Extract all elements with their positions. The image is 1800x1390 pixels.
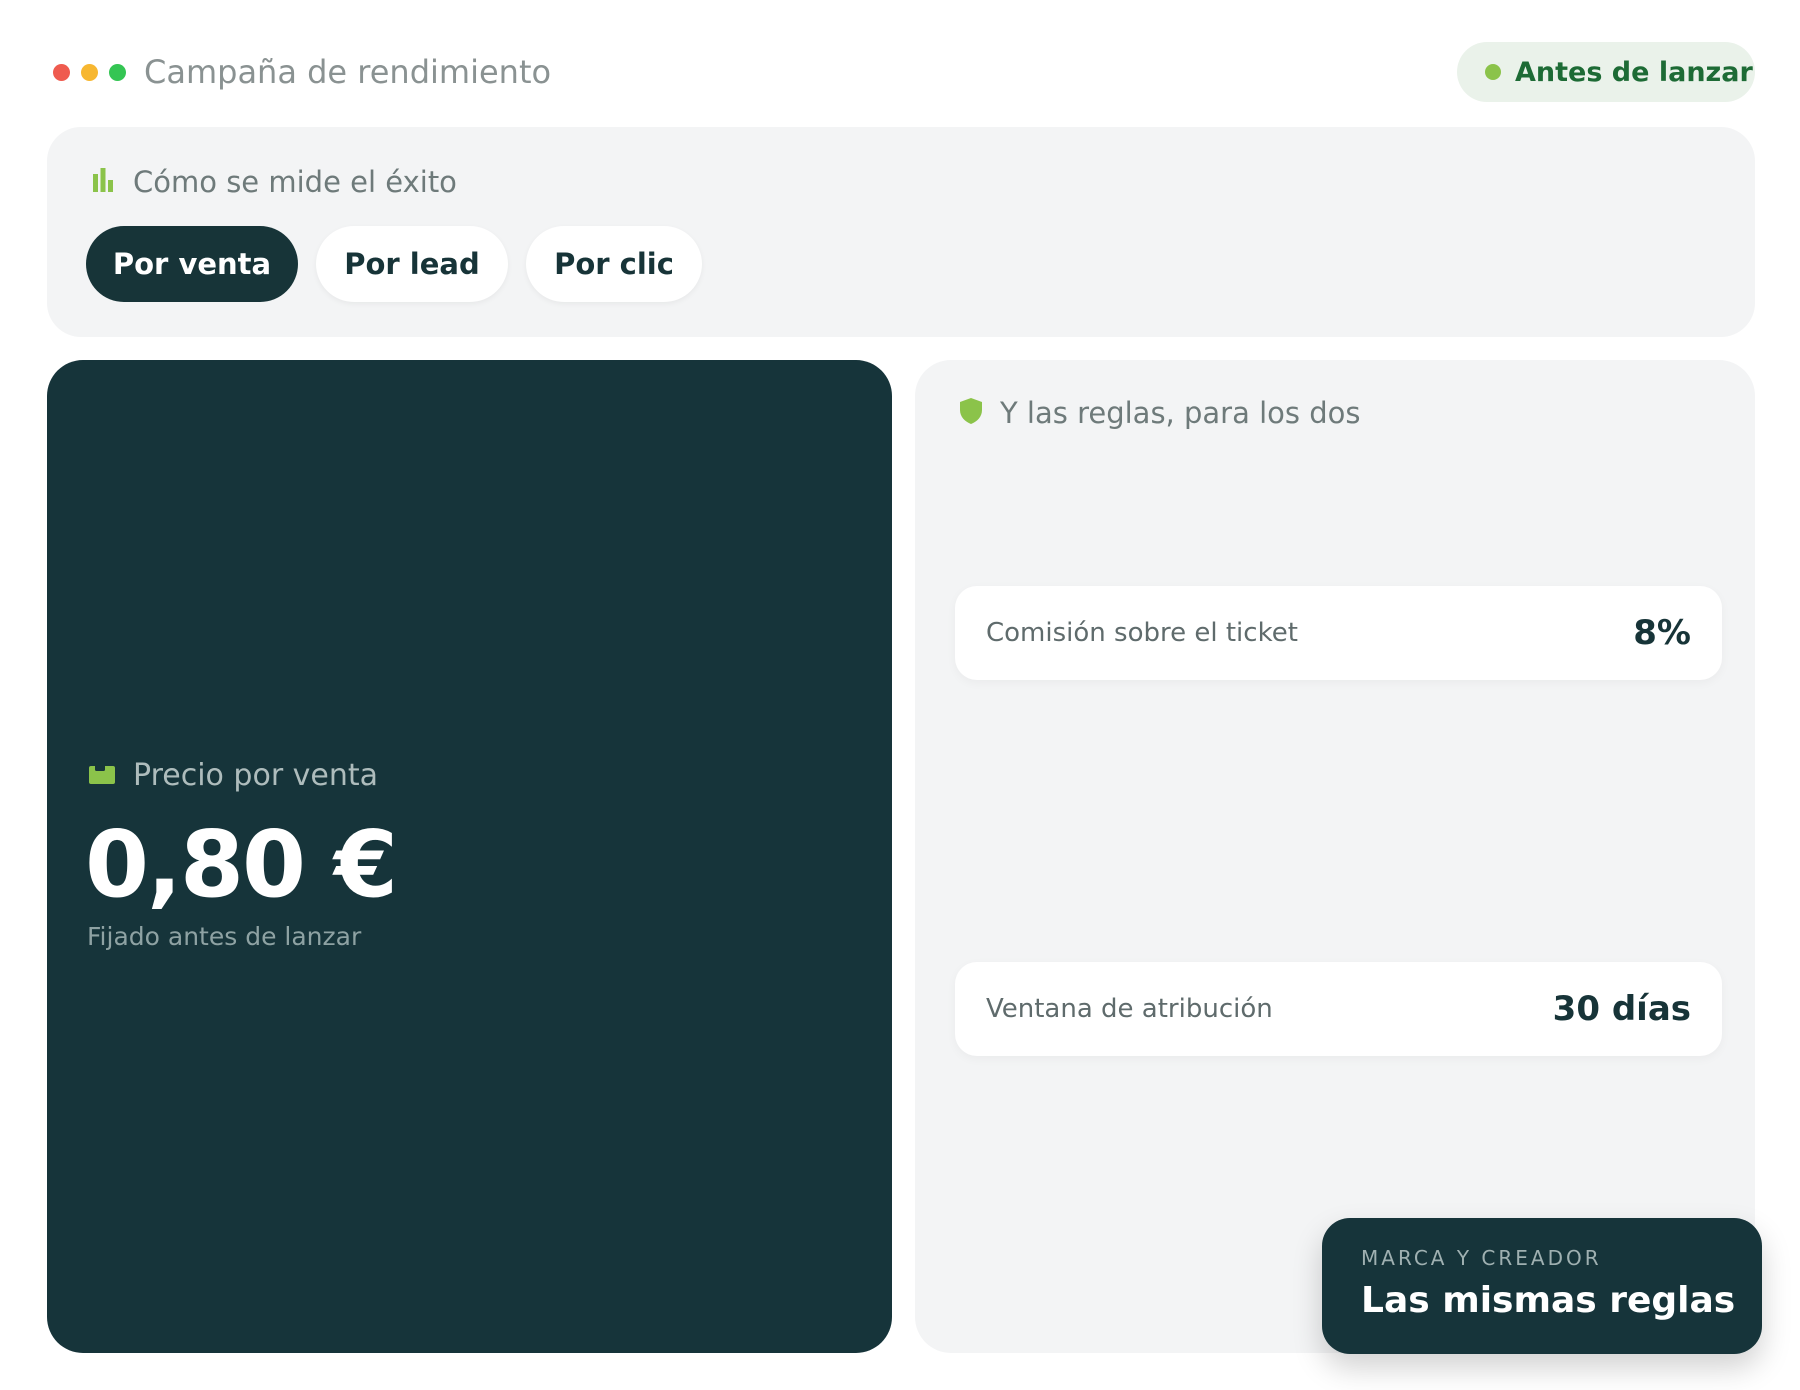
price-label: Precio por venta [133,758,379,793]
price-card: Precio por venta 0,80 € Fijado antes de … [47,360,892,1353]
bar-chart-icon [91,168,115,196]
metric-section: Cómo se mide el éxito Por venta Por lead… [47,127,1755,337]
metric-section-header: Cómo se mide el éxito [91,165,457,199]
window-controls [53,64,126,81]
same-rules-badge: MARCA Y CREADOR Las mismas reglas [1322,1218,1762,1354]
status-badge: Antes de lanzar [1457,42,1755,102]
status-dot-icon [1485,64,1501,80]
rule-row-commission: Comisión sobre el ticket 8% [955,586,1722,680]
rules-header: Y las reglas, para los dos [960,396,1360,430]
zoom-window-dot[interactable] [109,64,126,81]
badge-headline: Las mismas reglas [1361,1280,1736,1321]
price-note: Fijado antes de lanzar [87,922,362,951]
tab-por-venta[interactable]: Por venta [86,226,298,302]
rule-label: Comisión sobre el ticket [986,618,1298,648]
minimize-window-dot[interactable] [81,64,98,81]
price-header: Precio por venta [89,758,378,793]
rule-value: 30 días [1552,989,1691,1029]
metric-section-title: Cómo se mide el éxito [133,165,457,199]
rules-card: Y las reglas, para los dos Comisión sobr… [915,360,1755,1353]
banknote-icon [89,763,115,788]
close-window-dot[interactable] [53,64,70,81]
page-title: Campaña de rendimiento [144,53,552,91]
rules-title: Y las reglas, para los dos [1000,396,1361,430]
status-label: Antes de lanzar [1515,56,1753,88]
rule-label: Ventana de atribución [986,994,1273,1024]
shield-icon [960,398,982,428]
rule-row-attribution: Ventana de atribución 30 días [955,962,1722,1056]
tab-por-clic[interactable]: Por clic [526,226,702,302]
rule-value: 8% [1633,613,1691,653]
price-value: 0,80 € [85,811,398,918]
badge-eyebrow: MARCA Y CREADOR [1361,1246,1602,1270]
metric-tabs: Por venta Por lead Por clic [86,226,702,302]
tab-por-lead[interactable]: Por lead [316,226,508,302]
page: Campaña de rendimiento Antes de lanzar C… [0,0,1800,1390]
